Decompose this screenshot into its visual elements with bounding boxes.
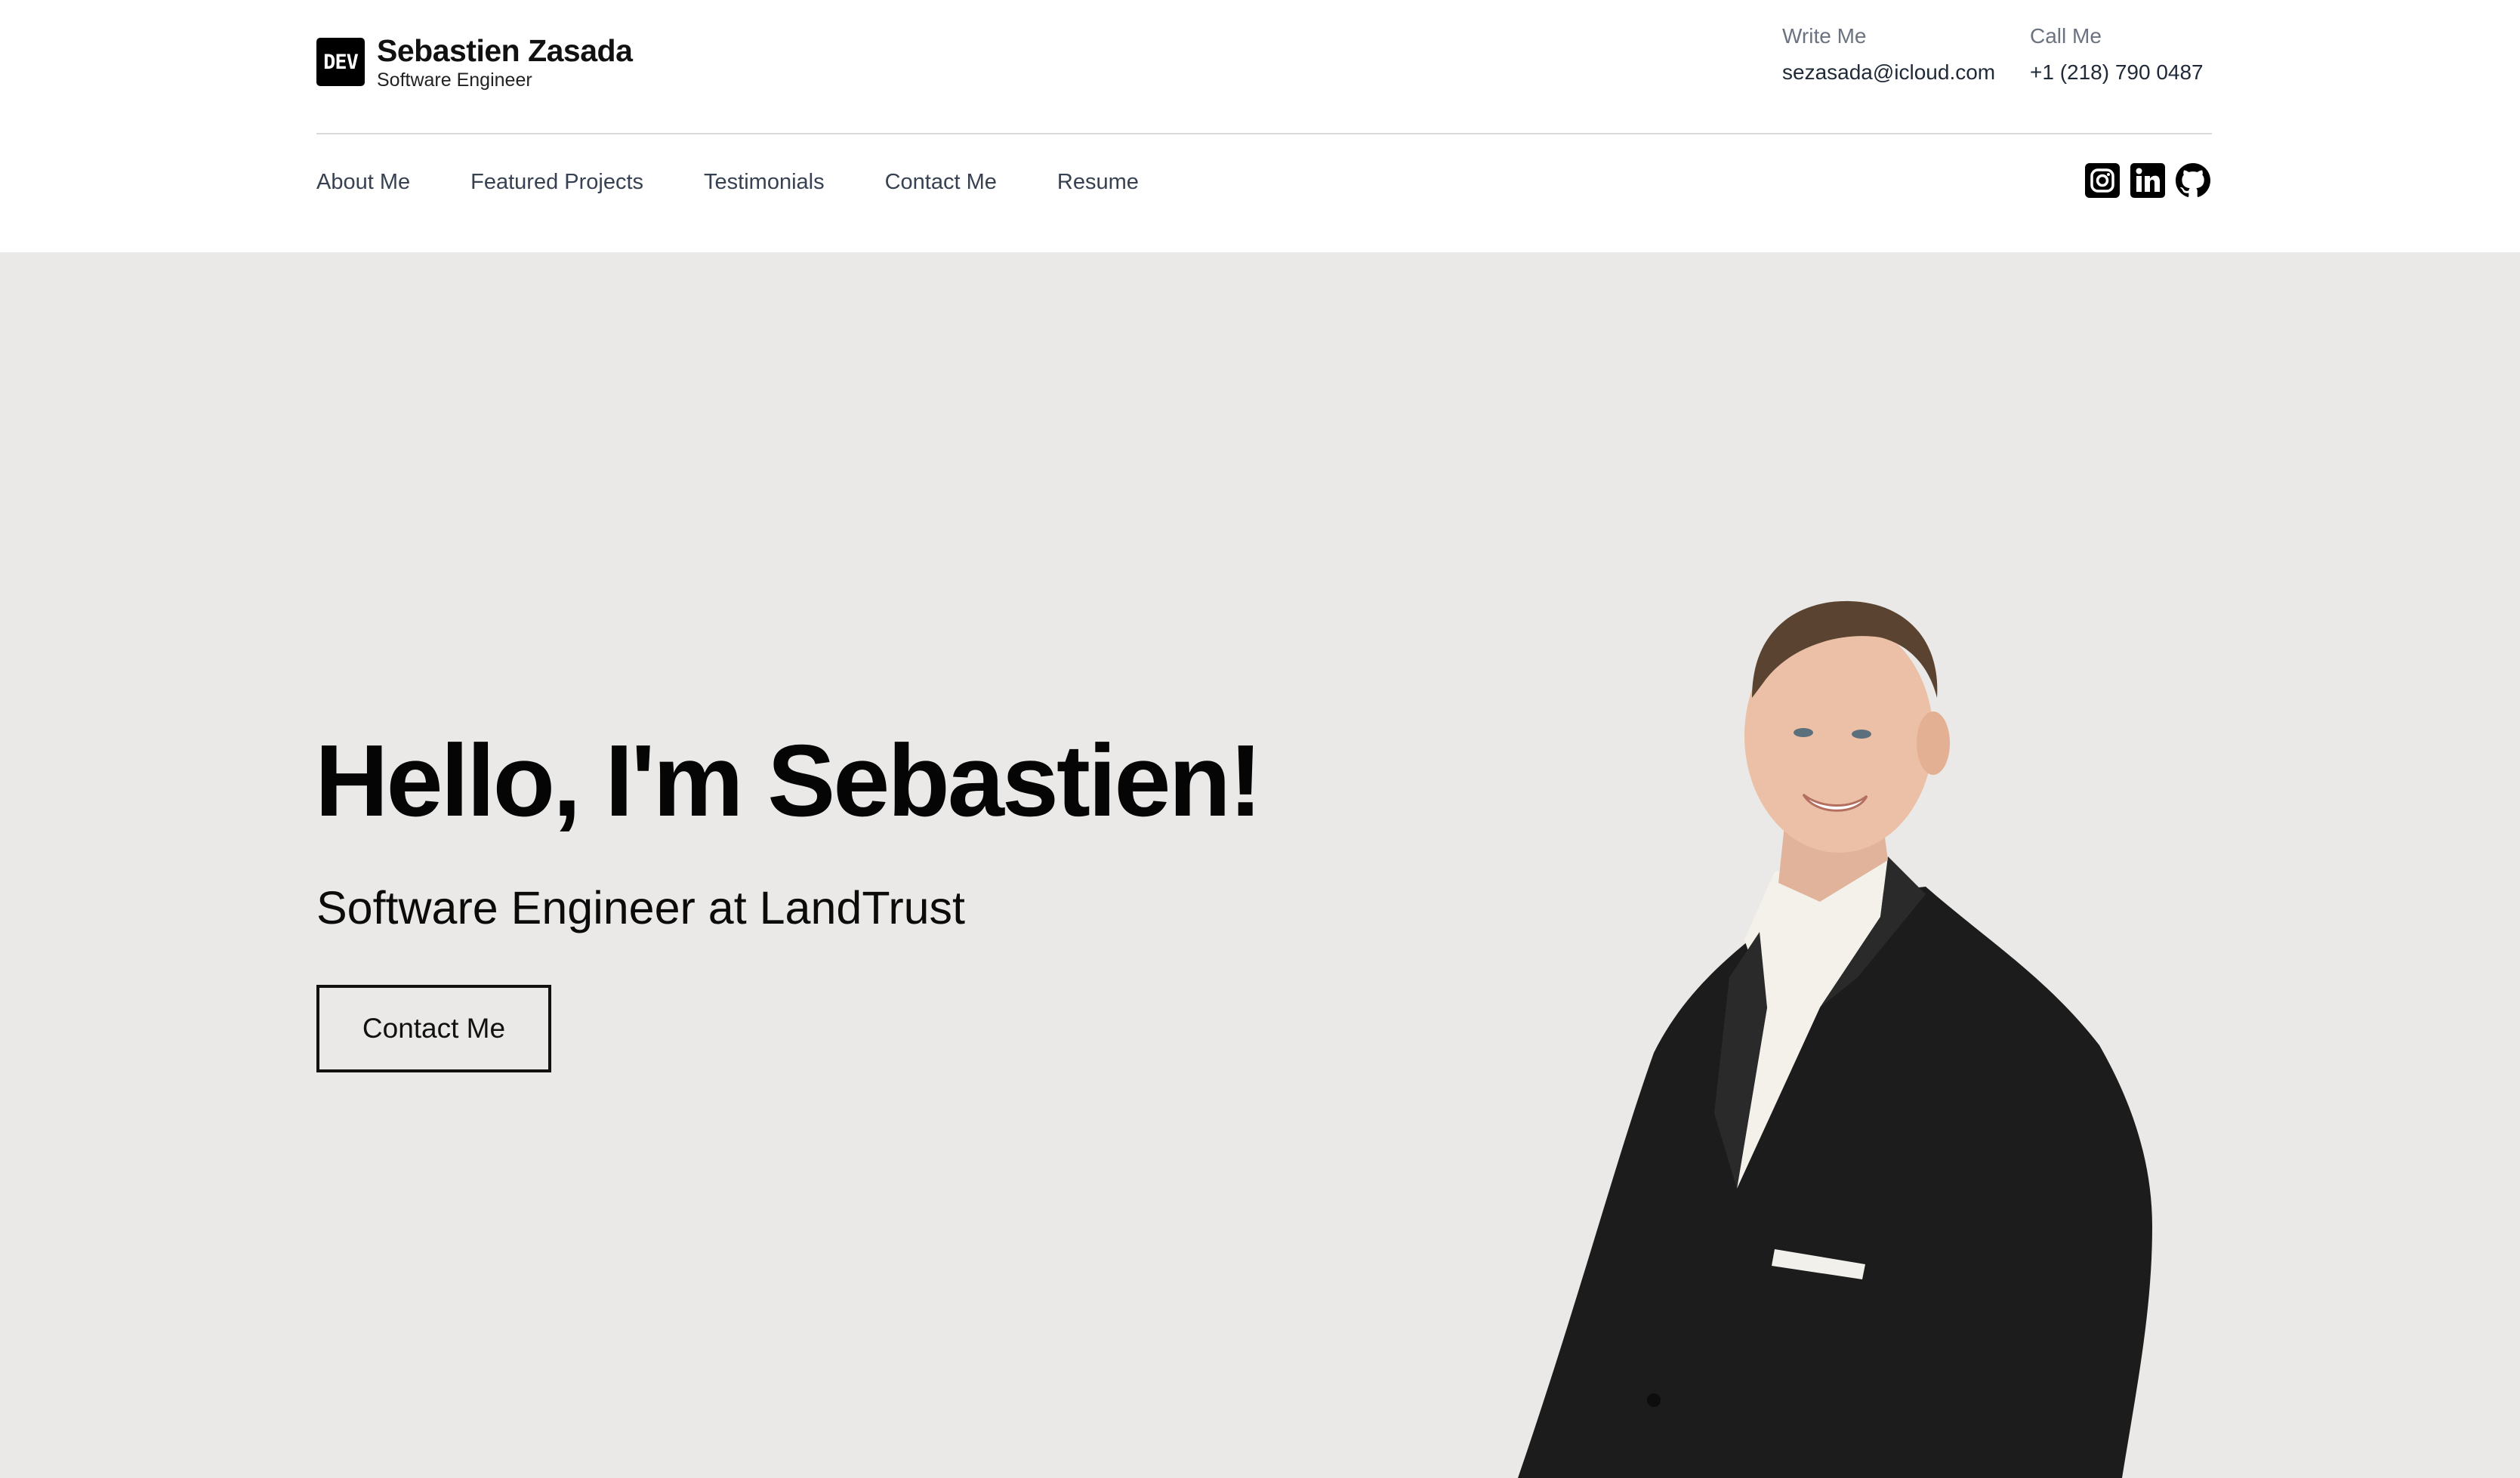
dev-logo[interactable]: DEV [316,38,365,86]
brand-name: Sebastien Zasada [377,33,633,68]
email-contact: Write Me sezasada@icloud.com [1782,23,1995,86]
nav-about-me[interactable]: About Me [316,168,410,196]
github-icon[interactable] [2176,163,2210,198]
nav-featured-projects[interactable]: Featured Projects [470,168,643,196]
phone-contact: Call Me +1 (218) 790 0487 [2030,23,2204,86]
hero-heading: Hello, I'm Sebastien! [315,724,1263,838]
phone-link[interactable]: +1 (218) 790 0487 [2030,59,2204,86]
nav-testimonials[interactable]: Testimonials [704,168,825,196]
brand-title: Software Engineer [377,69,532,91]
instagram-icon[interactable] [2085,163,2120,198]
email-label: Write Me [1782,24,1867,48]
phone-label: Call Me [2030,24,2102,48]
hero-subheading: Software Engineer at LandTrust [316,882,966,933]
email-link[interactable]: sezasada@icloud.com [1782,59,1995,86]
contact-me-button[interactable]: Contact Me [316,985,551,1072]
main-nav: About Me Featured Projects Testimonials … [316,168,1199,196]
nav-resume[interactable]: Resume [1057,168,1139,196]
nav-contact-me[interactable]: Contact Me [885,168,997,196]
brand-text: Sebastien Zasada Software Engineer [377,33,633,91]
portrait-photo [1518,600,2152,1478]
brand[interactable]: DEV Sebastien Zasada Software Engineer [316,33,633,91]
header-divider [316,133,2212,134]
hero-section: Hello, I'm Sebastien! Software Engineer … [0,252,2520,1478]
page: DEV Sebastien Zasada Software Engineer W… [0,0,2520,1478]
linkedin-icon[interactable] [2130,163,2165,198]
site-header: DEV Sebastien Zasada Software Engineer W… [0,0,2520,252]
social-links [2085,163,2210,198]
